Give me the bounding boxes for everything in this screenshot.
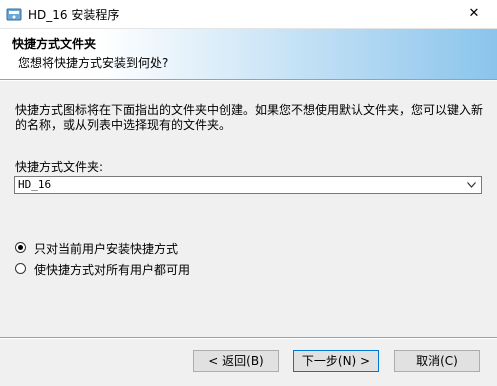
folder-combobox-value: HD_16 [18, 178, 52, 191]
folder-combobox[interactable]: HD_16 [14, 176, 482, 194]
cancel-button-label: 取消(C) [416, 354, 458, 368]
page-title: 快捷方式文件夹 [12, 37, 97, 51]
back-button[interactable]: < 返回(B) [193, 350, 279, 372]
radio-all-users-button[interactable] [15, 263, 26, 274]
radio-current-user-button[interactable] [15, 242, 26, 253]
next-button[interactable]: 下一步(N) > [293, 350, 379, 372]
chevron-down-icon[interactable] [467, 182, 476, 188]
close-icon: ✕ [468, 6, 480, 21]
close-button[interactable]: ✕ [451, 0, 497, 28]
folder-label: 快捷方式文件夹: [15, 160, 104, 174]
page-subtitle: 您想将快捷方式安装到何处? [18, 56, 169, 70]
installer-app-icon [6, 8, 22, 21]
header-banner: 快捷方式文件夹 您想将快捷方式安装到何处? [0, 29, 497, 79]
back-button-label: < 返回(B) [208, 354, 264, 368]
footer-divider [0, 337, 497, 339]
description-text: 快捷方式图标将在下面指出的文件夹中创建。如果您不想使用默认文件夹，您可以键入新的… [15, 103, 484, 132]
title-bar: HD_16 安装程序 ✕ [0, 0, 497, 29]
cancel-button[interactable]: 取消(C) [394, 350, 480, 372]
next-button-label: 下一步(N) > [301, 354, 371, 368]
radio-current-user-label[interactable]: 只对当前用户安装快捷方式 [34, 240, 178, 257]
window-title: HD_16 安装程序 [28, 8, 120, 22]
header-divider [0, 79, 497, 81]
radio-all-users-label[interactable]: 使快捷方式对所有用户都可用 [34, 261, 190, 278]
